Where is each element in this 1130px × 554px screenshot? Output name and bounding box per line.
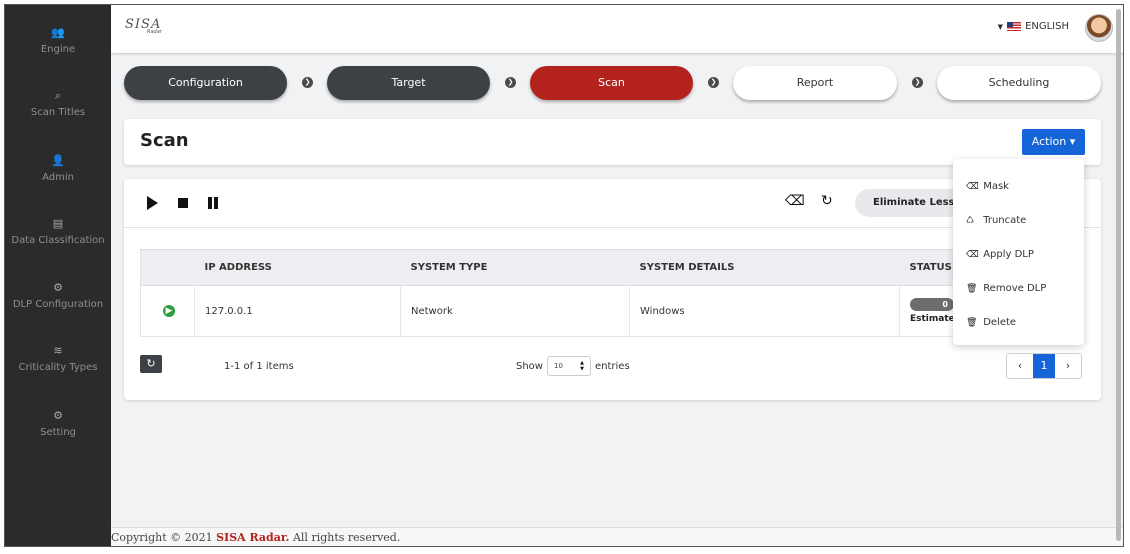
sidebar-item-label: Setting bbox=[40, 427, 76, 438]
sidebar-item-criticality-types[interactable]: ≋ Criticality Types bbox=[5, 343, 111, 373]
trash-icon: 🗑 bbox=[966, 284, 978, 294]
chevron-right-icon: ❯ bbox=[505, 77, 516, 88]
users-icon: 👥 bbox=[51, 26, 65, 39]
page-size-select[interactable]: 10 bbox=[546, 356, 591, 376]
search-icon: ⌕ bbox=[54, 89, 62, 102]
action-button[interactable]: Action ▾ bbox=[1022, 129, 1085, 155]
action-dropdown-menu: ⌫ Mask ♺ Truncate ⌫ Apply DLP 🗑 Remove D… bbox=[953, 159, 1084, 345]
menu-item-label: Apply DLP bbox=[983, 249, 1034, 260]
play-circle-icon[interactable]: ▶ bbox=[163, 305, 175, 317]
stop-icon[interactable] bbox=[178, 198, 188, 208]
gears-icon: ⚙ bbox=[53, 409, 63, 422]
admin-icon: 👤 bbox=[51, 154, 65, 167]
logo-subtext: Radar bbox=[147, 29, 162, 35]
system-details-cell: Windows bbox=[629, 285, 900, 337]
eraser-icon: ⌫ bbox=[966, 182, 979, 192]
progress-badge: 0 bbox=[910, 298, 954, 311]
app-window: 👥 Engine ⌕ Scan Titles 👤 Admin ▤ Data Cl… bbox=[4, 4, 1124, 547]
sidebar-item-label: Scan Titles bbox=[30, 107, 86, 118]
menu-item-remove-dlp[interactable]: 🗑 Remove DLP bbox=[966, 283, 1046, 294]
step-report[interactable]: Report bbox=[733, 66, 897, 100]
sidebar-item-label: Admin bbox=[42, 172, 74, 183]
sidebar-item-label: DLP Configuration bbox=[12, 299, 104, 310]
sidebar-item-label: Data Classification bbox=[11, 235, 105, 246]
copyright-text: Copyright © 2021 SISA Radar. All rights … bbox=[111, 531, 400, 544]
chevron-right-icon: ❯ bbox=[302, 77, 313, 88]
page-1-button[interactable]: 1 bbox=[1033, 354, 1055, 378]
items-summary: 1-1 of 1 items bbox=[224, 361, 294, 372]
caret-down-icon: ▼ bbox=[997, 22, 1004, 31]
column-header-system-details: SYSTEM DETAILS bbox=[629, 249, 900, 286]
entries-label: entries bbox=[594, 360, 630, 372]
table-refresh-button[interactable]: ↻ bbox=[140, 355, 162, 373]
table-row[interactable]: ▶ 127.0.0.1 Network Windows 0 Estimate bbox=[140, 285, 966, 337]
sidebar-item-label: Criticality Types bbox=[18, 362, 98, 373]
document-icon: ▤ bbox=[52, 217, 64, 230]
ip-address-cell: 127.0.0.1 bbox=[194, 285, 401, 337]
sidebar-item-label: Engine bbox=[40, 44, 76, 55]
footer: Copyright © 2021 SISA Radar. All rights … bbox=[111, 527, 1123, 546]
sidebar-item-scan-titles[interactable]: ⌕ Scan Titles bbox=[5, 88, 111, 118]
copyright-brand-link[interactable]: SISA Radar. bbox=[216, 531, 289, 544]
scan-table: IP ADDRESS SYSTEM TYPE SYSTEM DETAILS ST… bbox=[140, 249, 966, 337]
sidebar-item-admin[interactable]: 👤 Admin bbox=[5, 153, 111, 183]
menu-item-mask[interactable]: ⌫ Mask bbox=[966, 181, 1009, 192]
sidebar-item-dlp-configuration[interactable]: ⚙ DLP Configuration bbox=[5, 280, 111, 310]
sisa-logo[interactable]: SISA Radar bbox=[125, 13, 162, 35]
menu-item-label: Truncate bbox=[983, 215, 1027, 226]
copyright-prefix: Copyright © 2021 bbox=[111, 531, 217, 544]
vertical-scrollbar[interactable] bbox=[1116, 9, 1121, 541]
us-flag-icon bbox=[1007, 22, 1022, 31]
language-label: ENGLISH bbox=[1025, 21, 1069, 32]
scan-header-card: Scan Action ▾ bbox=[124, 119, 1101, 165]
sidebar-item-data-classification[interactable]: ▤ Data Classification bbox=[5, 216, 111, 246]
column-header-ip-address: IP ADDRESS bbox=[194, 249, 401, 286]
trash-icon: 🗑 bbox=[966, 318, 978, 328]
pause-icon[interactable] bbox=[208, 197, 218, 209]
step-target[interactable]: Target bbox=[327, 66, 490, 100]
step-scheduling[interactable]: Scheduling bbox=[937, 66, 1101, 100]
menu-item-label: Delete bbox=[983, 317, 1017, 328]
row-status-cell: ▶ bbox=[140, 285, 195, 337]
menu-item-delete[interactable]: 🗑 Delete bbox=[966, 317, 1016, 328]
gears-icon: ⚙ bbox=[53, 281, 63, 294]
language-selector[interactable]: ▼ ENGLISH bbox=[998, 21, 1069, 32]
sidebar-item-engine[interactable]: 👥 Engine bbox=[5, 25, 111, 55]
sidebar-item-setting[interactable]: ⚙ Setting bbox=[5, 408, 111, 438]
layers-icon: ≋ bbox=[53, 344, 63, 357]
eliminate-button[interactable]: Eliminate Less Than bbox=[855, 189, 965, 217]
menu-item-label: Remove DLP bbox=[983, 283, 1047, 294]
menu-item-truncate[interactable]: ♺ Truncate bbox=[966, 215, 1026, 226]
system-type-cell: Network bbox=[400, 285, 630, 337]
eraser-icon[interactable]: ⌫ bbox=[785, 193, 805, 209]
sidebar: 👥 Engine ⌕ Scan Titles 👤 Admin ▤ Data Cl… bbox=[5, 5, 111, 546]
eraser-icon: ⌫ bbox=[966, 250, 979, 260]
play-icon[interactable] bbox=[147, 196, 158, 210]
step-configuration[interactable]: Configuration bbox=[124, 66, 287, 100]
chevron-right-icon: ❯ bbox=[912, 77, 923, 88]
page-title: Scan bbox=[140, 130, 189, 151]
top-header: SISA Radar ▼ ENGLISH bbox=[111, 5, 1123, 53]
page-size-control: Show 10 entries bbox=[516, 356, 630, 376]
pagination: ‹ 1 › bbox=[1006, 353, 1082, 379]
column-header-system-type: SYSTEM TYPE bbox=[400, 249, 630, 286]
recycle-icon: ♺ bbox=[966, 216, 975, 226]
menu-item-apply-dlp[interactable]: ⌫ Apply DLP bbox=[966, 249, 1034, 260]
column-header-select bbox=[140, 249, 195, 286]
copyright-suffix: All rights reserved. bbox=[289, 531, 401, 544]
menu-item-label: Mask bbox=[983, 181, 1009, 192]
user-avatar[interactable] bbox=[1085, 14, 1113, 42]
table-header-row: IP ADDRESS SYSTEM TYPE SYSTEM DETAILS ST… bbox=[140, 249, 966, 286]
next-page-button[interactable]: › bbox=[1055, 354, 1081, 378]
refresh-icon[interactable]: ↻ bbox=[821, 193, 833, 209]
show-label: Show bbox=[516, 360, 543, 372]
step-scan[interactable]: Scan bbox=[530, 66, 693, 100]
prev-page-button[interactable]: ‹ bbox=[1007, 354, 1033, 378]
chevron-right-icon: ❯ bbox=[708, 77, 719, 88]
